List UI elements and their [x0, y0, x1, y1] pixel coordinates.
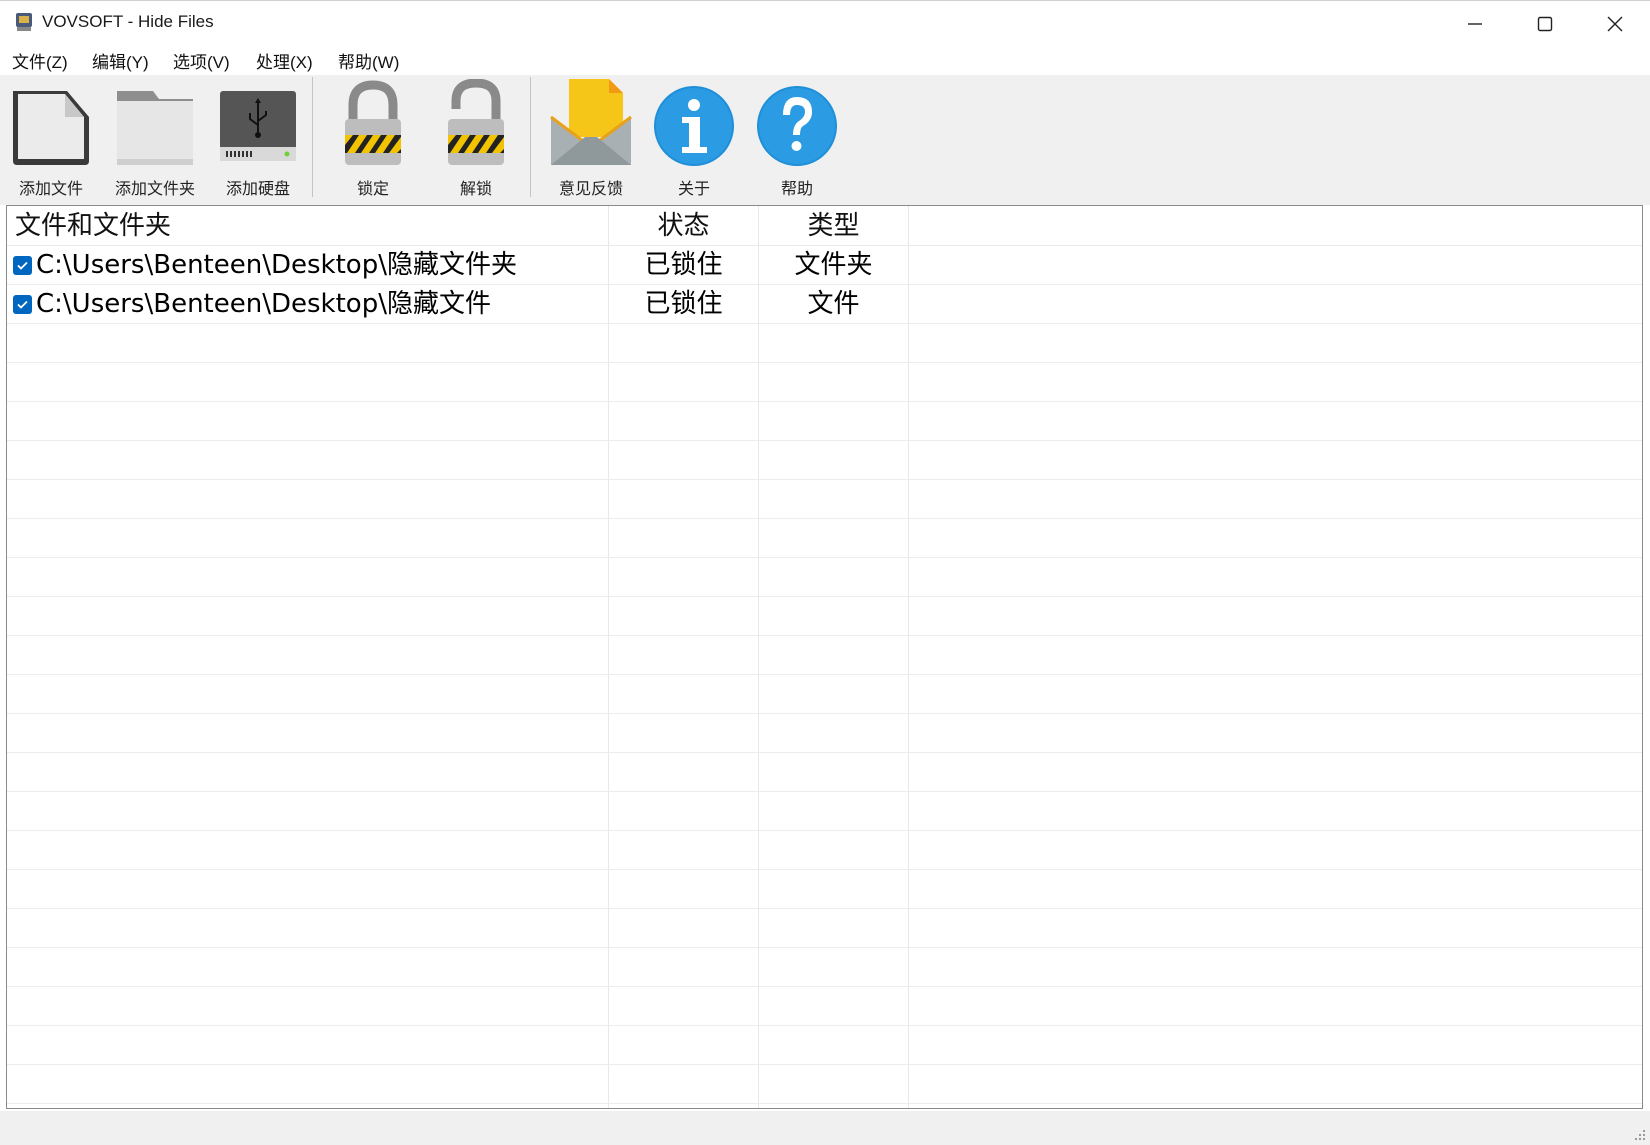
- row-type: 文件: [807, 289, 860, 319]
- empty-row: [7, 909, 1642, 948]
- table-row[interactable]: C:\Users\Benteen\Desktop\隐藏文件 已锁住 文件: [7, 285, 1642, 324]
- folder-icon: [117, 91, 193, 165]
- empty-row: [7, 636, 1642, 675]
- add-folder-button[interactable]: 添加文件夹: [105, 75, 205, 200]
- empty-row: [7, 675, 1642, 714]
- empty-row: [7, 714, 1642, 753]
- row-type: 文件夹: [794, 250, 873, 280]
- add-drive-button[interactable]: 添加硬盘: [208, 75, 308, 200]
- row-status: 已锁住: [644, 250, 723, 280]
- empty-row: [7, 1065, 1642, 1104]
- empty-row: [7, 792, 1642, 831]
- app-icon: [16, 13, 32, 31]
- about-button[interactable]: 关于: [644, 75, 744, 200]
- minimize-button[interactable]: [1440, 1, 1510, 46]
- help-label: 帮助: [780, 179, 813, 198]
- empty-row: [7, 1026, 1642, 1065]
- empty-row: [7, 870, 1642, 909]
- empty-row: [7, 558, 1642, 597]
- document-icon: [13, 91, 89, 165]
- toolbar-separator: [312, 77, 313, 197]
- menu-help[interactable]: 帮助(W): [338, 48, 399, 73]
- column-header-status[interactable]: 状态: [609, 206, 758, 246]
- menu-process[interactable]: 处理(X): [256, 48, 313, 73]
- check-icon: [17, 300, 28, 309]
- row-checkbox[interactable]: [13, 256, 32, 275]
- close-button[interactable]: [1580, 1, 1650, 46]
- close-icon: [1607, 16, 1623, 31]
- add-file-button[interactable]: 添加文件: [1, 75, 101, 200]
- menu-bar: 文件(Z) 编辑(Y) 选项(V) 处理(X) 帮助(W): [0, 45, 1650, 75]
- info-icon: [654, 86, 734, 166]
- minimize-icon: [1468, 22, 1482, 25]
- list-header: 文件和文件夹 状态 类型: [7, 206, 1642, 246]
- column-header-path[interactable]: 文件和文件夹: [15, 206, 171, 246]
- row-path: C:\Users\Benteen\Desktop\隐藏文件: [36, 289, 491, 319]
- column-header-type[interactable]: 类型: [759, 206, 908, 246]
- table-row[interactable]: C:\Users\Benteen\Desktop\隐藏文件夹 已锁住 文件夹: [7, 246, 1642, 285]
- empty-row: [7, 831, 1642, 870]
- about-label: 关于: [677, 179, 710, 198]
- feedback-label: 意见反馈: [558, 179, 623, 198]
- lock-label: 锁定: [356, 179, 389, 198]
- row-status: 已锁住: [644, 289, 723, 319]
- menu-options[interactable]: 选项(V): [173, 48, 230, 73]
- empty-row: [7, 324, 1642, 363]
- feedback-button[interactable]: 意见反馈: [541, 75, 641, 200]
- menu-edit[interactable]: 编辑(Y): [92, 48, 149, 73]
- menu-file[interactable]: 文件(Z): [12, 48, 68, 73]
- toolbar-separator: [530, 77, 531, 197]
- maximize-button[interactable]: [1510, 1, 1580, 46]
- add-folder-label: 添加文件夹: [114, 179, 195, 198]
- unlock-button[interactable]: 解锁: [426, 75, 526, 200]
- add-drive-label: 添加硬盘: [225, 179, 290, 198]
- status-bar: [0, 1111, 1650, 1145]
- empty-row: [7, 753, 1642, 792]
- unlock-label: 解锁: [459, 179, 492, 198]
- resize-grip-icon[interactable]: [1632, 1127, 1646, 1141]
- file-list[interactable]: 文件和文件夹 状态 类型 C:\Users\Benteen\Desktop\隐藏…: [6, 205, 1643, 1109]
- maximize-icon: [1537, 16, 1553, 31]
- envelope-icon: [550, 79, 632, 165]
- empty-row: [7, 519, 1642, 558]
- padlock-closed-icon: [345, 80, 401, 165]
- empty-row: [7, 987, 1642, 1026]
- usb-drive-icon: [220, 91, 296, 161]
- help-button[interactable]: 帮助: [747, 75, 847, 200]
- empty-row: [7, 441, 1642, 480]
- toolbar: 添加文件 添加文件夹 添加硬盘 锁定 解锁 意见反馈 关于 帮助: [0, 75, 1650, 205]
- window-title: VOVSOFT - Hide Files: [42, 12, 214, 31]
- empty-row: [7, 480, 1642, 519]
- empty-row: [7, 402, 1642, 441]
- padlock-open-icon: [448, 79, 504, 165]
- add-file-label: 添加文件: [18, 179, 83, 198]
- row-path: C:\Users\Benteen\Desktop\隐藏文件夹: [36, 250, 517, 280]
- row-checkbox[interactable]: [13, 295, 32, 314]
- empty-row: [7, 597, 1642, 636]
- check-icon: [17, 261, 28, 270]
- empty-row: [7, 948, 1642, 987]
- title-bar: VOVSOFT - Hide Files: [0, 0, 1650, 45]
- empty-row: [7, 363, 1642, 402]
- lock-button[interactable]: 锁定: [323, 75, 423, 200]
- question-icon: [757, 86, 837, 166]
